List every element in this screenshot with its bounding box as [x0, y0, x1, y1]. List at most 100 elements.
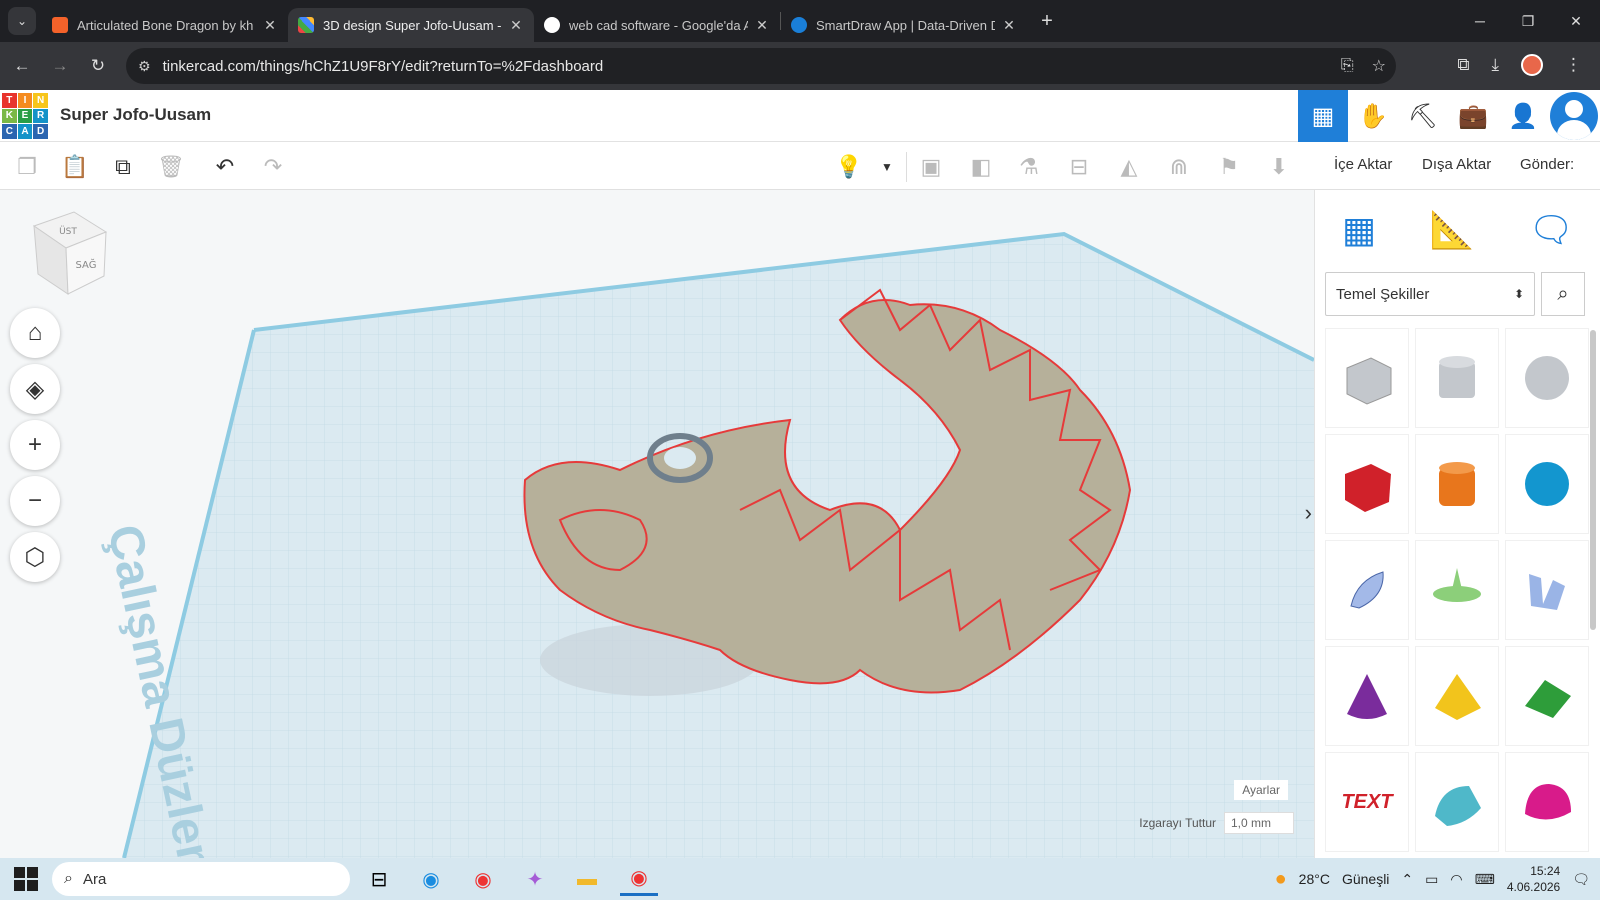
restore-icon[interactable]: ❐	[1504, 0, 1552, 42]
snap-grid-select[interactable]: 1,0 mm	[1224, 812, 1294, 834]
start-button[interactable]	[14, 867, 38, 891]
ruler-icon[interactable]: 📐	[1430, 209, 1475, 251]
wifi-icon[interactable]: ◠	[1450, 871, 1462, 888]
shape-roof[interactable]	[1505, 646, 1589, 746]
taskbar-search[interactable]: ⌕ Ara	[52, 862, 350, 896]
3d-workspace[interactable]: ÜST SAĞ ⌂ ◈ + − ⬡ Çalışma Düzlemi Ayarla…	[0, 190, 1314, 858]
clock[interactable]: 15:24 4.06.2026	[1507, 863, 1560, 895]
search-icon[interactable]: ⌕	[1541, 272, 1585, 316]
shape-box[interactable]	[1325, 434, 1409, 534]
zoom-out-icon[interactable]: −	[10, 476, 60, 526]
close-icon[interactable]: ✕	[508, 17, 524, 34]
edge-icon[interactable]: ◉	[412, 862, 450, 896]
duplicate-icon[interactable]: ⧉	[108, 152, 138, 182]
shape-box-hole[interactable]	[1325, 328, 1409, 428]
chevron-down-icon[interactable]: ▼	[872, 152, 902, 182]
shape-text-3d[interactable]	[1505, 540, 1589, 640]
zoom-in-icon[interactable]: +	[10, 420, 60, 470]
copilot-icon[interactable]: ✦	[516, 862, 554, 896]
panel-scrollbar[interactable]	[1590, 330, 1596, 630]
extensions-icon[interactable]: ⧉	[1457, 55, 1469, 75]
fit-view-icon[interactable]: ◈	[10, 364, 60, 414]
shape-graphic[interactable]	[1415, 540, 1499, 640]
notifications-icon[interactable]: 🗨	[1572, 871, 1590, 888]
weather-temp[interactable]: 28°C	[1299, 871, 1330, 887]
view-cube[interactable]: ÜST SAĞ	[30, 210, 110, 300]
redo-icon[interactable]: ↷	[258, 152, 288, 182]
workplane-icon[interactable]: ▦	[1342, 209, 1376, 251]
user-avatar[interactable]	[1550, 92, 1598, 140]
mirror-icon[interactable]: ◭	[1114, 152, 1144, 182]
ungroup-icon[interactable]: ◧	[966, 152, 996, 182]
design-title[interactable]: Super Jofo-Uusam	[60, 105, 211, 125]
shape-cylinder[interactable]	[1415, 434, 1499, 534]
notes-icon[interactable]: 🗨	[1528, 209, 1574, 251]
projects-icon[interactable]: 💼	[1448, 90, 1498, 142]
file-explorer-icon[interactable]: ▬	[568, 862, 606, 896]
bookmark-star-icon[interactable]: ☆	[1372, 56, 1386, 76]
close-icon[interactable]: ✕	[754, 17, 770, 34]
grid-view-icon[interactable]: ▦	[1298, 90, 1348, 142]
shape-cone[interactable]	[1325, 646, 1409, 746]
bricks-icon[interactable]: ⛏	[1398, 90, 1448, 142]
close-window-icon[interactable]: ✕	[1552, 0, 1600, 42]
reload-icon[interactable]: ↻	[82, 56, 114, 76]
chrome-icon[interactable]: ◉	[464, 862, 502, 896]
shape-sphere[interactable]	[1505, 434, 1589, 534]
shape-sphere-hole[interactable]	[1505, 328, 1589, 428]
magnet-icon[interactable]: ⋒	[1164, 152, 1194, 182]
close-icon[interactable]: ✕	[262, 17, 278, 34]
tab-search-button[interactable]: ⌄	[8, 7, 36, 35]
battery-icon[interactable]: ▭	[1425, 871, 1438, 888]
export-button[interactable]: Dışa Aktar	[1422, 156, 1491, 173]
align-icon[interactable]: ⊟	[1064, 152, 1094, 182]
shape-cylinder-hole[interactable]	[1415, 328, 1499, 428]
browser-tab-4[interactable]: SmartDraw App | Data-Driven D ✕	[781, 8, 1027, 42]
keyboard-icon[interactable]: ⌨	[1475, 871, 1495, 888]
url-field[interactable]: ⚙ tinkercad.com/things/hChZ1U9F8rY/edit?…	[126, 48, 1396, 84]
weather-text[interactable]: Güneşli	[1342, 871, 1389, 887]
profile-avatar[interactable]	[1521, 54, 1543, 76]
cruise-icon[interactable]: ⚗	[1014, 152, 1044, 182]
menu-dots-icon[interactable]: ⋮	[1565, 55, 1582, 75]
site-info-icon[interactable]: ⚙	[138, 58, 151, 75]
undo-icon[interactable]: ↶	[210, 152, 240, 182]
delete-icon[interactable]: 🗑	[156, 152, 186, 182]
home-view-icon[interactable]: ⌂	[10, 308, 60, 358]
download-icon[interactable]: ⤓	[1491, 55, 1499, 75]
import-button[interactable]: İçe Aktar	[1334, 156, 1392, 173]
back-icon[interactable]: ←	[6, 56, 38, 76]
forward-icon[interactable]: →	[44, 56, 76, 76]
shape-pyramid[interactable]	[1415, 646, 1499, 746]
drop-icon[interactable]: ⬇	[1264, 152, 1294, 182]
blocks-icon[interactable]: ✋	[1348, 90, 1398, 142]
new-tab-button[interactable]: +	[1033, 10, 1061, 33]
chrome-profile-icon[interactable]: ◉	[620, 862, 658, 896]
perspective-icon[interactable]: ⬡	[10, 532, 60, 582]
shape-text[interactable]: TEXT	[1325, 752, 1409, 852]
add-user-icon[interactable]: 👤	[1498, 90, 1548, 142]
collapse-panel-icon[interactable]: ›	[1305, 500, 1312, 526]
paste-icon[interactable]: 📋	[60, 152, 90, 182]
install-app-icon[interactable]: ⎘	[1341, 57, 1354, 75]
flag-icon[interactable]: ⚑	[1214, 152, 1244, 182]
task-view-icon[interactable]: ⊟	[360, 862, 398, 896]
minimize-icon[interactable]: ─	[1456, 0, 1504, 42]
shape-library-select[interactable]: Temel Şekiller ⬍	[1325, 272, 1535, 316]
shape-scribble[interactable]	[1325, 540, 1409, 640]
chevron-up-icon[interactable]: ⌃	[1401, 871, 1413, 888]
browser-tab-3[interactable]: web cad software - Google'da A ✕	[534, 8, 780, 42]
copy-icon[interactable]: ❐	[12, 152, 42, 182]
light-bulb-icon[interactable]: 💡	[834, 152, 864, 182]
group-icon[interactable]: ▣	[916, 152, 946, 182]
send-button[interactable]: Gönder:	[1520, 156, 1574, 173]
close-icon[interactable]: ✕	[1001, 17, 1017, 34]
tinkercad-logo[interactable]: T I N K E R C A D	[2, 93, 48, 139]
shape-paraboloid[interactable]	[1505, 752, 1589, 852]
browser-tab-2[interactable]: 3D design Super Jofo-Uusam - ✕	[288, 8, 534, 42]
tab-favicon	[298, 17, 314, 33]
browser-tab-1[interactable]: Articulated Bone Dragon by kh ✕	[42, 8, 288, 42]
header-icons: ▦ ✋ ⛏ 💼 👤	[1298, 90, 1600, 142]
shape-half-cylinder[interactable]	[1415, 752, 1499, 852]
settings-button[interactable]: Ayarlar	[1234, 780, 1288, 800]
